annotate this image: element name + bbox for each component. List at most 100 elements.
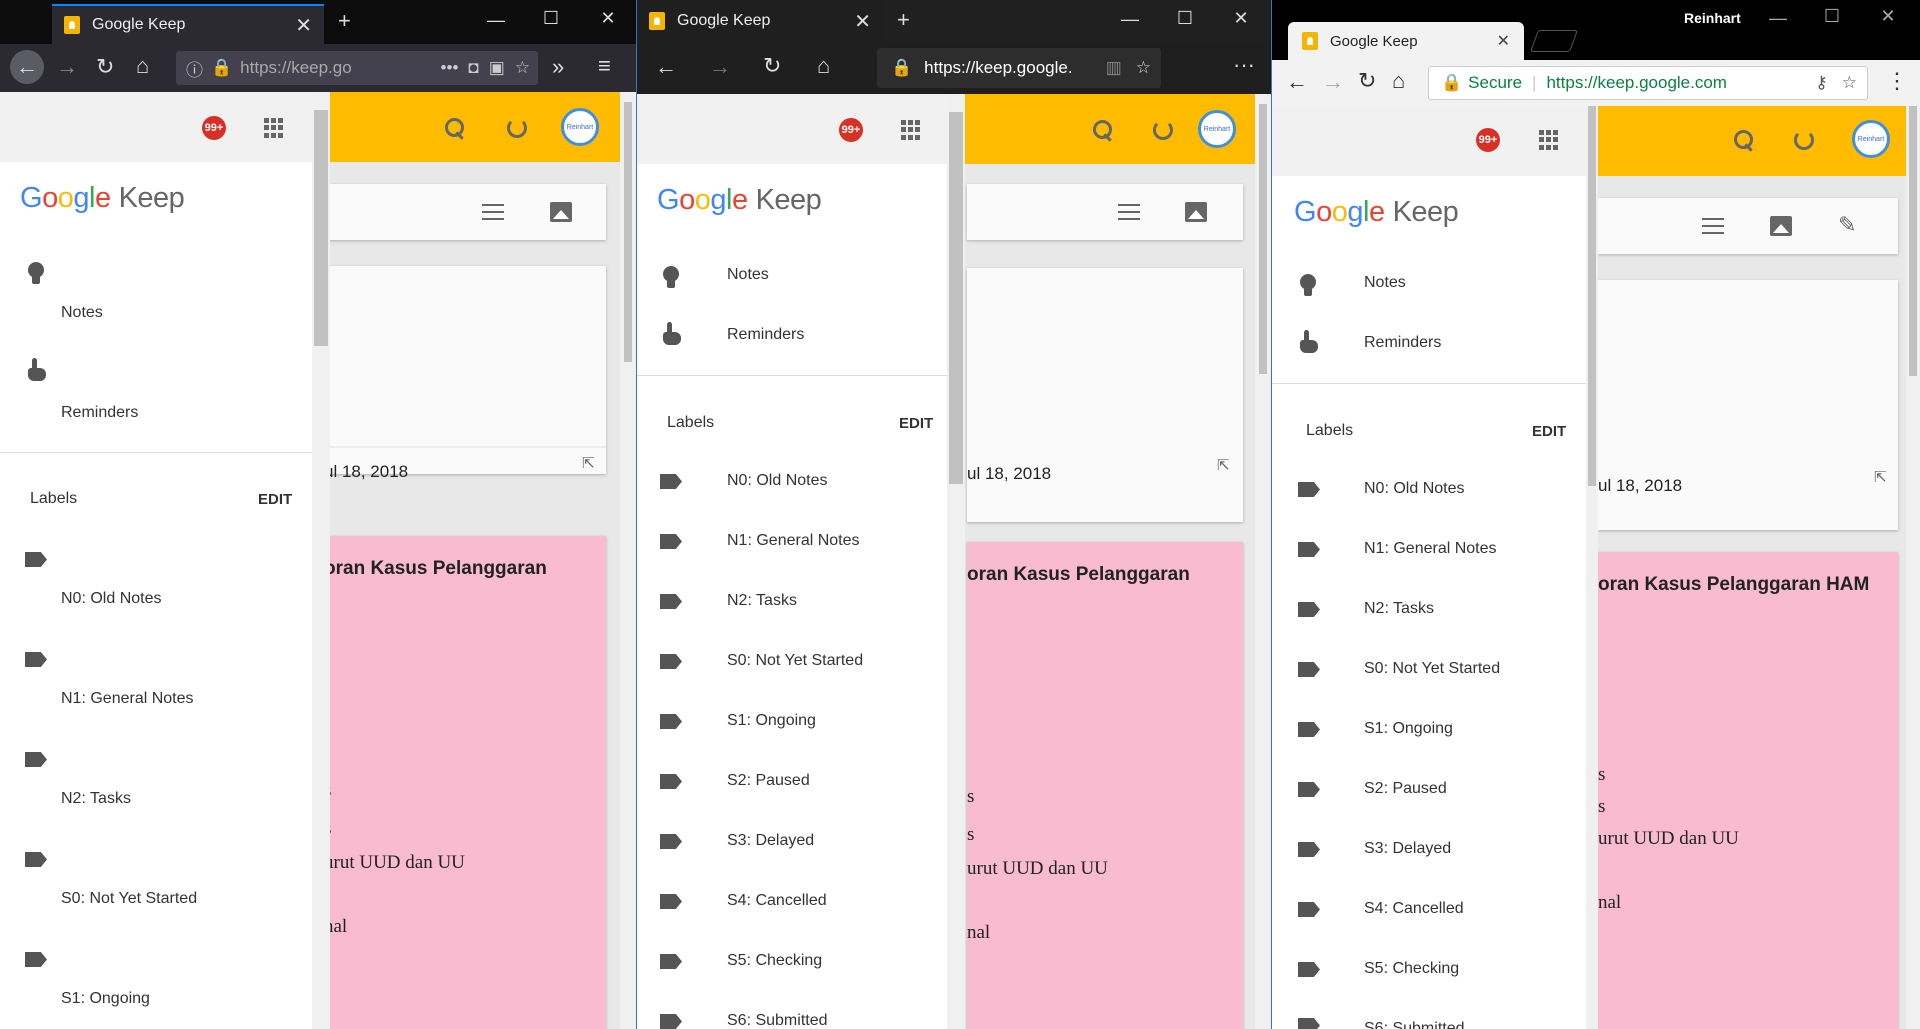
password-key-icon[interactable]: ⚷ (1815, 73, 1827, 93)
apps-grid-icon[interactable] (901, 120, 921, 140)
drawer-scrollbar-thumb[interactable] (1588, 106, 1596, 486)
label-item[interactable]: S5: Checking (1364, 960, 1459, 978)
bookmark-star-icon[interactable]: ☆ (1842, 73, 1857, 93)
nav-notes[interactable]: Notes (61, 304, 103, 322)
open-link-icon[interactable]: ⇱ (582, 456, 595, 471)
close-window-icon[interactable]: ✕ (1221, 8, 1261, 29)
label-item[interactable]: S0: Not Yet Started (727, 652, 863, 670)
address-bar[interactable]: 🔒 Secure | https://keep.google.com ⚷ ☆ (1428, 66, 1868, 100)
account-avatar[interactable]: Reinhart (1198, 110, 1236, 148)
note-card[interactable]: ul 18, 2018 ⇱ (967, 268, 1243, 522)
more-actions-icon[interactable]: ··· (1233, 54, 1255, 76)
reload-icon[interactable]: ↻ (96, 56, 114, 78)
label-item[interactable]: N1: General Notes (727, 532, 860, 550)
address-bar[interactable]: 🔒 https://keep.google. ▥ ☆ (877, 48, 1161, 88)
account-avatar[interactable]: Reinhart (1852, 120, 1890, 158)
open-link-icon[interactable]: ⇱ (1874, 470, 1887, 485)
google-keep-logo[interactable]: Google Keep (657, 184, 822, 217)
search-icon[interactable] (1734, 130, 1754, 150)
take-note-bar[interactable]: ✎ (1598, 198, 1898, 254)
label-item[interactable]: S3: Delayed (727, 832, 814, 850)
label-item[interactable]: N1: General Notes (1364, 540, 1497, 558)
new-list-icon[interactable] (1702, 218, 1724, 236)
maximize-icon[interactable]: ☐ (531, 8, 571, 29)
label-item[interactable]: S4: Cancelled (1364, 900, 1464, 918)
label-item[interactable]: N0: Old Notes (1364, 480, 1464, 498)
nav-reminders[interactable]: Reminders (61, 404, 138, 422)
label-item[interactable]: S0: Not Yet Started (61, 890, 197, 908)
chrome-menu-icon[interactable]: ⋮ (1886, 70, 1908, 92)
reading-view-icon[interactable]: ▥ (1106, 58, 1122, 78)
tab-google-keep[interactable]: Google Keep ✕ (637, 0, 883, 42)
label-item[interactable]: S3: Delayed (1364, 840, 1451, 858)
reader-view-icon[interactable]: ▣ (489, 58, 505, 78)
forward-icon[interactable]: → (1322, 71, 1344, 93)
maximize-icon[interactable]: ☐ (1165, 8, 1205, 29)
nav-reminders[interactable]: Reminders (727, 326, 804, 344)
address-bar[interactable]: ⓘ 🔒 https://keep.go ••• ◘ ▣ ☆ (176, 51, 538, 85)
notification-badge[interactable]: 99+ (202, 116, 226, 140)
new-tab-icon[interactable]: + (338, 10, 351, 32)
close-tab-icon[interactable]: ✕ (295, 13, 312, 38)
reload-icon[interactable]: ↻ (1358, 70, 1376, 92)
pink-note-card[interactable]: oran Kasus Pelanggaran s s urut UUD dan … (967, 542, 1243, 1029)
label-item[interactable]: S1: Ongoing (727, 712, 816, 730)
label-item[interactable]: N2: Tasks (727, 592, 797, 610)
new-list-icon[interactable] (1118, 204, 1140, 222)
close-window-icon[interactable]: ✕ (588, 8, 628, 29)
page-scrollbar-thumb[interactable] (624, 102, 632, 362)
label-item[interactable]: N2: Tasks (61, 790, 131, 808)
apps-grid-icon[interactable] (264, 118, 284, 138)
take-note-bar[interactable] (967, 184, 1243, 240)
take-note-bar[interactable] (324, 184, 606, 240)
edit-labels-button[interactable]: EDIT (899, 415, 933, 432)
refresh-icon[interactable] (1153, 120, 1173, 140)
close-tab-icon[interactable]: ✕ (854, 9, 871, 34)
refresh-icon[interactable] (507, 118, 527, 138)
home-icon[interactable]: ⌂ (1392, 70, 1405, 92)
label-item[interactable]: S1: Ongoing (61, 990, 150, 1008)
home-icon[interactable]: ⌂ (817, 55, 830, 77)
label-item[interactable]: N2: Tasks (1364, 600, 1434, 618)
bookmark-star-icon[interactable]: ☆ (515, 58, 530, 78)
notification-badge[interactable]: 99+ (1476, 128, 1500, 152)
new-image-note-icon[interactable] (1770, 216, 1792, 236)
notification-badge[interactable]: 99+ (839, 118, 863, 142)
forward-icon[interactable]: → (709, 56, 731, 78)
info-icon[interactable]: ⓘ (186, 56, 203, 81)
new-image-note-icon[interactable] (550, 202, 572, 222)
open-link-icon[interactable]: ⇱ (1217, 458, 1230, 473)
tab-google-keep[interactable]: Google Keep ✕ (1288, 22, 1524, 60)
label-item[interactable]: S5: Checking (727, 952, 822, 970)
minimize-icon[interactable]: — (1758, 8, 1798, 29)
edit-labels-button[interactable]: EDIT (258, 491, 292, 508)
label-item[interactable]: S4: Cancelled (727, 892, 827, 910)
minimize-icon[interactable]: — (476, 10, 516, 31)
apps-grid-icon[interactable] (1539, 130, 1559, 150)
close-tab-icon[interactable]: ✕ (1497, 31, 1510, 51)
drawer-scrollbar-thumb[interactable] (949, 112, 963, 484)
pink-note-card[interactable]: oran Kasus Pelanggaran s s urut UUD dan … (324, 536, 606, 1029)
label-item[interactable]: S6: Submitted (1364, 1020, 1465, 1029)
google-keep-logo[interactable]: Google Keep (20, 182, 185, 215)
account-avatar[interactable]: Reinhart (561, 108, 599, 146)
label-item[interactable]: N0: Old Notes (61, 590, 161, 608)
nav-notes[interactable]: Notes (1364, 274, 1406, 292)
back-icon[interactable]: ← (1286, 71, 1308, 93)
overflow-chevron-icon[interactable]: » (552, 56, 564, 78)
search-icon[interactable] (445, 118, 465, 138)
note-card[interactable]: ul 18, 2018 ⇱ (1598, 280, 1898, 530)
nav-notes[interactable]: Notes (727, 266, 769, 284)
new-list-icon[interactable] (482, 204, 504, 222)
minimize-icon[interactable]: — (1110, 9, 1150, 30)
search-icon[interactable] (1093, 120, 1113, 140)
nav-reminders[interactable]: Reminders (1364, 334, 1441, 352)
page-scrollbar-thumb[interactable] (1909, 106, 1917, 376)
back-icon[interactable]: ← (655, 56, 677, 78)
page-scrollbar-thumb[interactable] (1259, 104, 1267, 374)
new-tab-button[interactable] (1529, 30, 1579, 52)
favorite-star-icon[interactable]: ☆ (1136, 58, 1151, 78)
label-item[interactable]: S0: Not Yet Started (1364, 660, 1500, 678)
tab-google-keep[interactable]: Google Keep ✕ (52, 4, 324, 44)
menu-hamburger-icon[interactable]: ≡ (598, 55, 611, 77)
